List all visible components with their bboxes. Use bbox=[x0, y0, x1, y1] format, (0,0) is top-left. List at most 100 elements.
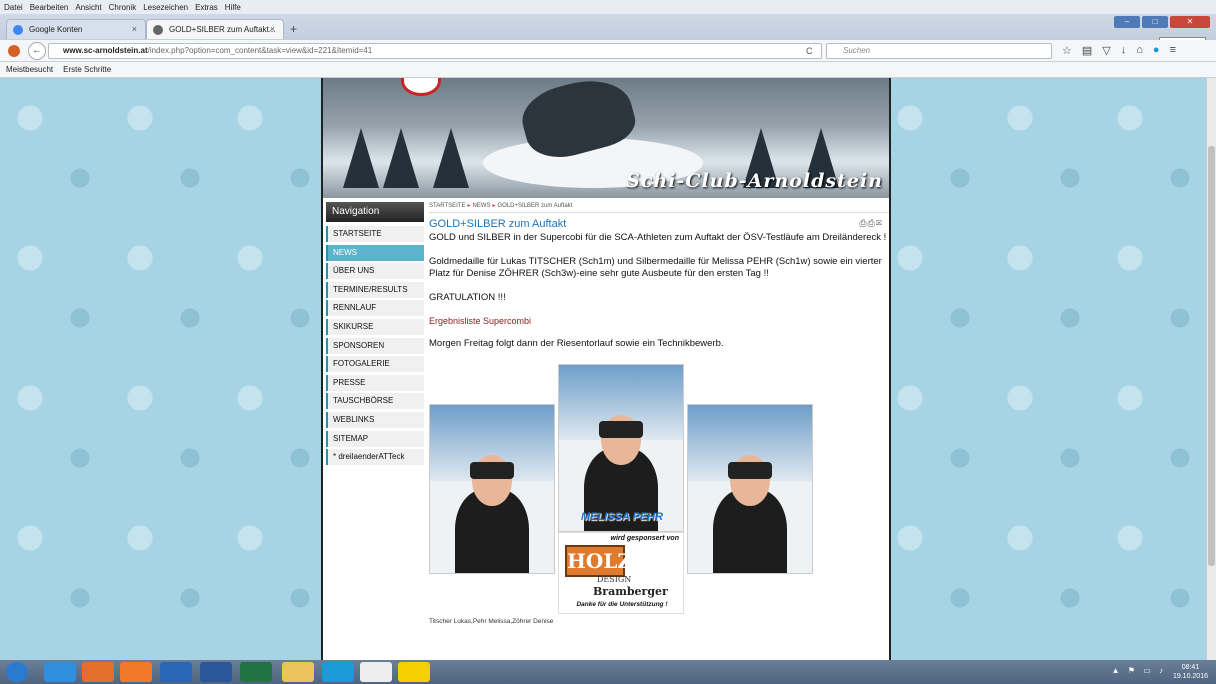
sidebar-nav-item[interactable]: TAUSCHBÖRSE bbox=[326, 393, 424, 410]
site-page: Schi-Club-Arnoldstein Navigation STARTSE… bbox=[321, 78, 891, 660]
article-title: GOLD+SILBER zum Auftakt ⎙⎙✉ bbox=[429, 218, 889, 230]
sidebar-nav-item[interactable]: * dreilaenderATTeck bbox=[326, 449, 424, 466]
menu-item[interactable]: Chronik bbox=[109, 3, 137, 12]
bookmark-erste-schritte[interactable]: Erste Schritte bbox=[63, 65, 111, 74]
sidebar-nav-item[interactable]: PRESSE bbox=[326, 374, 424, 391]
tree-shape bbox=[433, 128, 469, 188]
menu-item[interactable]: Extras bbox=[195, 3, 218, 12]
menu-item[interactable]: Lesezeichen bbox=[143, 3, 188, 12]
sidebar-nav-item[interactable]: SITEMAP bbox=[326, 430, 424, 447]
excel-icon[interactable] bbox=[240, 662, 272, 682]
print-icon[interactable]: ⎙ bbox=[868, 218, 876, 228]
menu-item[interactable]: Ansicht bbox=[75, 3, 101, 12]
sidebar-nav-item[interactable]: STARTSEITE bbox=[326, 226, 424, 242]
bookmarks-bar: Meistbesucht Erste Schritte bbox=[0, 62, 1216, 78]
sidebar-nav-item[interactable]: WEBLINKS bbox=[326, 411, 424, 428]
star-icon[interactable]: ☆ bbox=[1062, 44, 1072, 57]
skype-taskbar-icon[interactable] bbox=[322, 662, 354, 682]
breadcrumb: STARTSEITE ▸ NEWS ▸ GOLD+SILBER zum Auftakt bbox=[429, 200, 889, 213]
breadcrumb-news[interactable]: NEWS bbox=[472, 203, 490, 209]
sidebar-nav-item[interactable]: ÜBER UNS bbox=[326, 263, 424, 280]
firefox-icon bbox=[8, 45, 20, 57]
hamburger-menu-icon[interactable]: ≡ bbox=[1170, 44, 1176, 57]
tab-label: Google Konten bbox=[29, 25, 83, 34]
paragraph-next-day: Morgen Freitag folgt dann der Riesentorl… bbox=[429, 338, 724, 349]
window-controls: – □ ✕ bbox=[1114, 16, 1210, 28]
photo-collage: MELISSA PEHR wird gesponsert von HOLZ DE… bbox=[429, 364, 889, 614]
sidebar-navigation: Navigation STARTSEITE NEWS ÜBER UNS TERMINE… bbox=[326, 202, 424, 468]
maximize-button[interactable]: □ bbox=[1142, 16, 1168, 28]
tab-bar: Google Konten × GOLD+SILBER zum Auftakt.… bbox=[0, 14, 1216, 50]
sponsor-design: DESIGN bbox=[597, 575, 632, 584]
close-tab-icon[interactable]: × bbox=[132, 24, 137, 34]
club-logo bbox=[401, 78, 441, 96]
menu-item[interactable]: Hilfe bbox=[225, 3, 241, 12]
url-domain: www.sc-arnoldstein.at bbox=[63, 46, 148, 55]
banner-title: Schi-Club-Arnoldstein bbox=[626, 170, 883, 192]
paragraph-congrats: GRATULATION !!! bbox=[429, 292, 506, 303]
reload-icon[interactable]: C bbox=[806, 46, 813, 56]
tab-google-konten[interactable]: Google Konten × bbox=[6, 19, 146, 39]
site-icon bbox=[153, 25, 163, 35]
sponsor-logo: HOLZ bbox=[565, 545, 632, 577]
close-window-button[interactable]: ✕ bbox=[1170, 16, 1210, 28]
scrollbar-thumb[interactable] bbox=[1208, 146, 1215, 566]
page-viewport: Schi-Club-Arnoldstein Navigation STARTSE… bbox=[0, 78, 1206, 660]
app-icon[interactable] bbox=[360, 662, 392, 682]
article-title-text: GOLD+SILBER zum Auftakt bbox=[429, 218, 567, 230]
sidebar-nav-item[interactable]: RENNLAUF bbox=[326, 300, 424, 317]
article-tools: ⎙⎙✉ bbox=[859, 218, 883, 229]
new-tab-button[interactable]: + bbox=[290, 22, 297, 36]
close-tab-icon[interactable]: × bbox=[270, 24, 275, 34]
menu-bar: Datei Bearbeiten Ansicht Chronik Lesezeichen… bbox=[0, 0, 1216, 14]
sidebar-nav-item[interactable]: NEWS bbox=[326, 244, 424, 261]
pocket-icon[interactable]: ▽ bbox=[1102, 44, 1110, 57]
ie-icon[interactable] bbox=[44, 662, 76, 682]
email-icon[interactable]: ✉ bbox=[876, 218, 883, 228]
tab-label: GOLD+SILBER zum Auftakt... bbox=[169, 25, 276, 34]
photo-athlete-3 bbox=[687, 404, 813, 574]
outlook-icon[interactable] bbox=[160, 662, 192, 682]
taskbar: ▲ ⚑ ▭ ♪ 08:41 19.10.2016 bbox=[0, 660, 1216, 684]
paragraph-intro: GOLD und SILBER in der Supercobi für die… bbox=[429, 232, 887, 243]
article-content: STARTSEITE ▸ NEWS ▸ GOLD+SILBER zum Auftakt … bbox=[429, 200, 889, 625]
breadcrumb-current: GOLD+SILBER zum Auftakt bbox=[497, 203, 573, 209]
navigation-toolbar: ← www.sc-arnoldstein.at/index.php?option… bbox=[0, 40, 1216, 62]
toolbar-icons: ☆ ▤ ▽ ↓ ⌂ ● ≡ bbox=[1062, 44, 1176, 57]
minimize-button[interactable]: – bbox=[1114, 16, 1140, 28]
download-icon[interactable]: ↓ bbox=[1121, 44, 1127, 57]
firefox-taskbar-icon[interactable] bbox=[82, 662, 114, 682]
photo-label: MELISSA PEHR bbox=[580, 511, 664, 523]
media-player-icon[interactable] bbox=[120, 662, 152, 682]
bookmark-meistbesucht[interactable]: Meistbesucht bbox=[6, 65, 53, 74]
sidebar-nav-item[interactable]: FOTOGALERIE bbox=[326, 356, 424, 373]
clock[interactable]: 08:41 19.10.2016 bbox=[1173, 663, 1208, 681]
sidebar-nav-item[interactable]: SPONSOREN bbox=[326, 337, 424, 354]
home-icon[interactable]: ⌂ bbox=[1136, 44, 1143, 57]
search-input[interactable]: Suchen bbox=[826, 43, 1052, 59]
start-button[interactable] bbox=[6, 662, 28, 682]
url-path: /index.php?option=com_content&task=view&… bbox=[147, 46, 373, 55]
menu-item[interactable]: Bearbeiten bbox=[30, 3, 69, 12]
back-button[interactable]: ← bbox=[28, 42, 46, 60]
sidebar-nav-item[interactable]: SKIKURSE bbox=[326, 318, 424, 335]
sidebar-nav-item[interactable]: TERMINE/RESULTS bbox=[326, 281, 424, 298]
tab-article[interactable]: GOLD+SILBER zum Auftakt... × bbox=[146, 19, 284, 39]
u-app-icon[interactable] bbox=[398, 662, 430, 682]
word-icon[interactable] bbox=[200, 662, 232, 682]
pdf-icon[interactable]: ⎙ bbox=[859, 218, 867, 228]
clock-date: 19.10.2016 bbox=[1172, 673, 1208, 680]
library-icon[interactable]: ▤ bbox=[1082, 44, 1092, 57]
menu-item[interactable]: Datei bbox=[4, 3, 23, 12]
tree-shape bbox=[383, 128, 419, 188]
photo-athlete-2: MELISSA PEHR bbox=[558, 364, 684, 532]
skype-icon[interactable]: ● bbox=[1153, 44, 1160, 57]
sponsor-box: wird gesponsert von HOLZ DESIGN Bramberg… bbox=[558, 532, 684, 614]
results-link[interactable]: Ergebnisliste Supercombi bbox=[429, 316, 889, 326]
sponsor-line: wird gesponsert von bbox=[610, 535, 679, 542]
breadcrumb-home[interactable]: STARTSEITE bbox=[429, 203, 465, 209]
url-field[interactable]: www.sc-arnoldstein.at/index.php?option=c… bbox=[48, 43, 822, 59]
explorer-icon[interactable] bbox=[282, 662, 314, 682]
tree-shape bbox=[343, 128, 379, 188]
system-tray[interactable]: ▲ ⚑ ▭ ♪ bbox=[1112, 666, 1166, 675]
